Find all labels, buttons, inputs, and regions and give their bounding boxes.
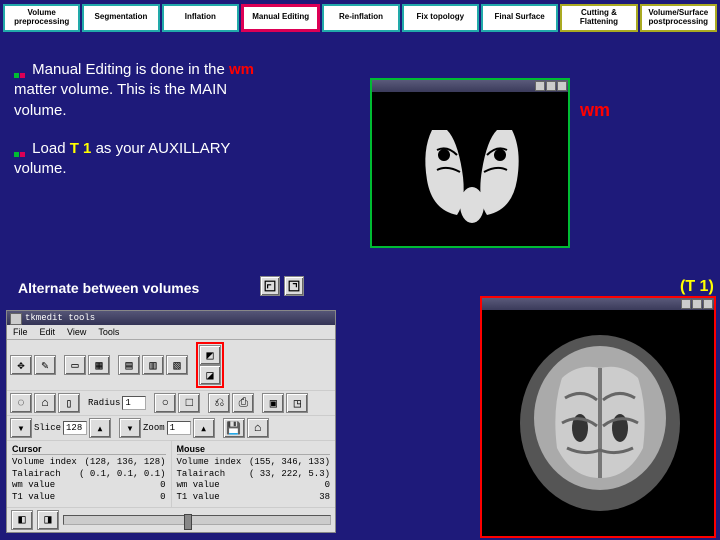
view-sagittal-button[interactable]: ▧	[166, 355, 188, 375]
slider-tool-2[interactable]: ◨	[37, 510, 59, 530]
toolbox-row-2: ◌ ⌂ ▯ Radius 1 ○ □ ⎌ ⎙ ▣ ◳	[7, 391, 335, 416]
misc-1-button[interactable]: ⎌	[208, 393, 230, 413]
volume-switch-highlight: ◩ ◪	[196, 342, 224, 388]
stage-final-surface: Final Surface	[481, 4, 558, 32]
row-volidx-c: (128, 136, 128)	[84, 457, 165, 469]
volume-aux-button[interactable]: ◪	[199, 365, 221, 385]
row-tal-k2: Talairach	[177, 469, 226, 481]
row-wm-k2: wm value	[177, 480, 220, 492]
view-coronal-button[interactable]: ▤	[118, 355, 140, 375]
bullet-1-post: matter volume. This is the MAIN volume.	[14, 81, 227, 118]
row-wm-k: wm value	[12, 480, 55, 492]
bullet-2-pre: Load	[32, 140, 70, 157]
row-t1-k2: T1 value	[177, 492, 220, 504]
row-t1-m: 38	[319, 492, 330, 504]
slider-tool-1[interactable]: ◧	[11, 510, 33, 530]
row-t1-k: T1 value	[12, 492, 55, 504]
home-button[interactable]: ⌂	[247, 418, 269, 438]
bullet-1-em: wm	[229, 61, 254, 78]
menu-file[interactable]: File	[13, 327, 28, 337]
t1-viewer	[480, 296, 716, 538]
row-tal-k: Talairach	[12, 469, 61, 481]
stage-inflation: Inflation	[162, 4, 239, 32]
zoom-in-button[interactable]: ▴	[193, 418, 215, 438]
slice-label: Slice	[34, 423, 61, 433]
menu-edit[interactable]: Edit	[40, 327, 56, 337]
row-tal-c: ( 0.1, 0.1, 0.1)	[79, 469, 165, 481]
view-horizontal-button[interactable]: ▥	[142, 355, 164, 375]
alternate-buttons	[260, 276, 304, 296]
menu-tools[interactable]: Tools	[98, 327, 119, 337]
bullet-1-pre: Manual Editing is done in the	[32, 61, 229, 78]
alt-button-2[interactable]	[284, 276, 304, 296]
toolbox-info: Cursor Volume index (128, 136, 128) Talai…	[7, 441, 335, 507]
row-volidx-m: (155, 346, 133)	[249, 457, 330, 469]
nav-arrows-button[interactable]: ✥	[10, 355, 32, 375]
stage-cutting-flattening: Cutting & Flattening	[560, 4, 637, 32]
toolbox-slider-row: ◧ ◨	[7, 507, 335, 532]
tool-3-button[interactable]: ▯	[58, 393, 80, 413]
mouse-column: Mouse Volume index (155, 346, 133) Talair…	[172, 441, 336, 507]
row-t1-c: 0	[160, 492, 165, 504]
toolbox-title: tkmedit tools	[7, 311, 335, 325]
radius-label: Radius	[88, 398, 120, 408]
restore-button[interactable]: ◳	[286, 393, 308, 413]
stage-postprocessing: Volume/Surface postprocessing	[640, 4, 717, 32]
bullet-1: Manual Editing is done in the wm matter …	[14, 60, 274, 121]
misc-2-button[interactable]: ⎙	[232, 393, 254, 413]
stage-volume-preprocessing: Volume preprocessing	[3, 4, 80, 32]
stage-manual-editing: Manual Editing	[241, 4, 320, 32]
radius-value[interactable]: 1	[122, 396, 146, 410]
wm-brain-image	[402, 110, 542, 230]
mouse-title: Mouse	[177, 444, 331, 455]
toolbox-row-1: ✥ ✎ ▭ ▦ ▤ ▥ ▧ ◩ ◪	[7, 340, 335, 391]
menu-view[interactable]: View	[67, 327, 86, 337]
row-wm-m: 0	[325, 480, 330, 492]
volume-main-button[interactable]: ◩	[199, 345, 221, 365]
cursor-column: Cursor Volume index (128, 136, 128) Talai…	[7, 441, 172, 507]
instruction-text: Manual Editing is done in the wm matter …	[14, 60, 274, 197]
pipeline-stages: Volume preprocessing Segmentation Inflat…	[0, 0, 720, 36]
shape-circle-button[interactable]: ○	[154, 393, 176, 413]
shape-square-button[interactable]: □	[178, 393, 200, 413]
bullet-2-em: T 1	[70, 140, 92, 157]
t1-label: (T 1)	[680, 278, 714, 296]
tool-2-button[interactable]: ⌂	[34, 393, 56, 413]
stage-segmentation: Segmentation	[82, 4, 159, 32]
row-volidx-k2: Volume index	[177, 457, 242, 469]
alternate-label: Alternate between volumes	[18, 280, 199, 296]
stage-reinflation: Re-inflation	[322, 4, 399, 32]
alt-button-1[interactable]	[260, 276, 280, 296]
slice-up-button[interactable]: ▴	[89, 418, 111, 438]
tool-1-button[interactable]: ◌	[10, 393, 32, 413]
row-wm-c: 0	[160, 480, 165, 492]
stage-fix-topology: Fix topology	[402, 4, 479, 32]
toolbox-menu: File Edit View Tools	[7, 325, 335, 340]
t1-viewer-header	[482, 298, 714, 310]
pencil-button[interactable]: ✎	[34, 355, 56, 375]
wm-viewer	[370, 78, 570, 248]
zoom-label: Zoom	[143, 423, 165, 433]
bullet-icon	[14, 143, 26, 155]
slice-down-button[interactable]: ▾	[10, 418, 32, 438]
zoom-value[interactable]: 1	[167, 421, 191, 435]
slice-value[interactable]: 128	[63, 421, 87, 435]
snapshot-button[interactable]: ▣	[262, 393, 284, 413]
layout-single-button[interactable]: ▭	[64, 355, 86, 375]
bullet-icon	[14, 64, 26, 76]
zoom-out-button[interactable]: ▾	[119, 418, 141, 438]
bullet-2: Load T 1 as your AUXILLARY volume.	[14, 139, 274, 180]
t1-brain-image	[502, 328, 698, 518]
wm-label: wm	[580, 100, 610, 121]
layout-multi-button[interactable]: ▦	[88, 355, 110, 375]
save-button[interactable]: 💾	[223, 418, 245, 438]
toolbox-row-3: ▾ Slice 128 ▴ ▾ Zoom 1 ▴ 💾 ⌂	[7, 416, 335, 441]
tkmedit-tools: tkmedit tools File Edit View Tools ✥ ✎ ▭…	[6, 310, 336, 533]
contrast-slider[interactable]	[63, 515, 331, 525]
row-tal-m: ( 33, 222, 5.3)	[249, 469, 330, 481]
row-volidx-k: Volume index	[12, 457, 77, 469]
wm-viewer-header	[372, 80, 568, 92]
cursor-title: Cursor	[12, 444, 166, 455]
